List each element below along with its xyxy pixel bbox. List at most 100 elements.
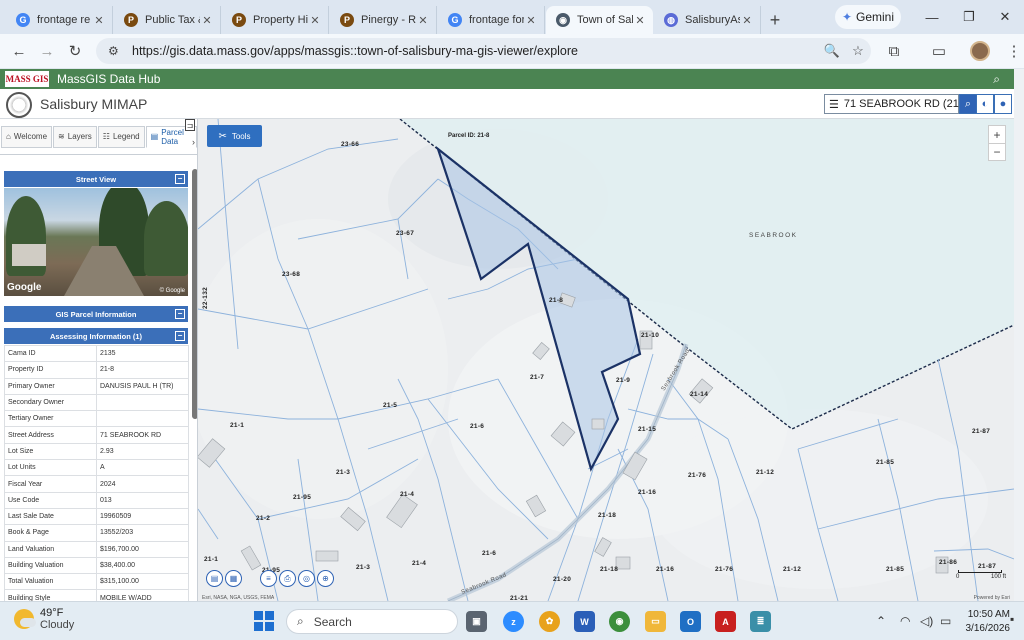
extensions-icon[interactable]: ⧉	[880, 37, 908, 65]
panel-tab-welcome[interactable]: ⌂ Welcome	[1, 125, 53, 148]
battery-icon[interactable]: ▭	[940, 614, 951, 628]
parcel-label: 21-20	[553, 576, 572, 583]
panel-tab-legend[interactable]: ☷ Legend	[97, 125, 145, 148]
photos-app-icon[interactable]: ✿	[539, 611, 560, 632]
collapse-icon[interactable]: −	[175, 309, 185, 319]
bookmark-icon[interactable]: ▤	[206, 570, 223, 587]
file-explorer-icon[interactable]: ▭	[645, 611, 666, 632]
browser-tab[interactable]: P Public Tax & ✕	[114, 6, 221, 34]
browser-tab[interactable]: ◍ SalisburyAs ✕	[654, 6, 761, 34]
hub-search-icon[interactable]: ⌕	[993, 72, 1000, 87]
close-tab-icon[interactable]: ✕	[524, 14, 538, 27]
back-button[interactable]: ←	[5, 37, 33, 65]
gis-parcel-header[interactable]: GIS Parcel Information −	[4, 306, 188, 322]
tray-chevron-icon[interactable]: ⌃	[876, 614, 886, 628]
parcel-label: 21-12	[756, 469, 775, 476]
table-row: Primary Owner DANUSIS PAUL H (TR)	[4, 377, 189, 395]
measure-icon[interactable]: ≡	[260, 570, 277, 587]
locate-icon[interactable]: ◎	[298, 570, 315, 587]
parcel-label: 21-3	[336, 469, 351, 476]
cast-icon[interactable]: ▭	[925, 37, 953, 65]
selected-parcel-id: Parcel ID: 21-8	[448, 133, 490, 139]
close-tab-icon[interactable]: ✕	[92, 14, 106, 27]
reload-button[interactable]: ↻	[61, 37, 89, 65]
basemap-gallery-icon[interactable]: ▦	[225, 570, 242, 587]
close-tab-icon[interactable]: ✕	[416, 14, 430, 27]
map-view[interactable]: Parcel ID: 21-8 SEABROOK Seabrook Road S…	[198, 119, 1014, 601]
bookmark-star-icon[interactable]: ☆	[845, 43, 871, 59]
browser-tab[interactable]: P Property His ✕	[222, 6, 329, 34]
massgis-logo[interactable]: MASS GIS	[5, 71, 49, 87]
close-tab-icon[interactable]: ✕	[308, 14, 322, 27]
taskbar-search[interactable]: ⌕ Search	[286, 609, 458, 634]
site-info-icon[interactable]: ⚙	[108, 44, 122, 58]
app-title: Salisbury MIMAP	[40, 96, 148, 112]
notepad-app-icon[interactable]: ≣	[750, 611, 771, 632]
address-bar[interactable]: ⚙ https://gis.data.mass.gov/apps/massgis…	[96, 38, 871, 64]
collapse-icon[interactable]: −	[175, 331, 185, 341]
gemini-icon: ✦	[841, 10, 853, 24]
url-text: https://gis.data.mass.gov/apps/massgis::…	[132, 44, 579, 58]
collapse-panel-button[interactable]: ⊐	[185, 119, 195, 131]
field-value: MOBILE W/ADD	[96, 589, 189, 601]
zoom-in-button[interactable]: +	[989, 126, 1005, 143]
forward-button[interactable]: →	[33, 37, 61, 65]
parcel-label: 21-5	[383, 402, 398, 409]
parcel-label: 21-6	[470, 423, 485, 430]
minimize-button[interactable]: —	[915, 6, 949, 28]
acrobat-app-icon[interactable]: A	[715, 611, 736, 632]
close-tab-icon[interactable]: ✕	[633, 14, 647, 27]
browser-menu-icon[interactable]: ⋮	[1000, 37, 1024, 65]
close-tab-icon[interactable]: ✕	[740, 14, 754, 27]
massgis-header: MASS GIS MassGIS Data Hub ⌕	[0, 69, 1014, 89]
restore-button[interactable]: ❐	[952, 6, 986, 28]
field-value	[96, 410, 189, 428]
map-canvas	[198, 119, 1014, 601]
new-tab-button[interactable]: +	[762, 6, 788, 34]
gemini-button[interactable]: ✦ Gemini	[835, 5, 901, 29]
field-label: Secondary Owner	[4, 393, 97, 412]
close-tab-icon[interactable]: ✕	[200, 14, 214, 27]
search-menu-icon[interactable]: ☰	[829, 98, 839, 111]
zoom-app-icon[interactable]: z	[503, 611, 524, 632]
task-view-icon[interactable]: ▣	[466, 611, 487, 632]
close-window-button[interactable]: ✕	[988, 6, 1022, 28]
system-clock[interactable]: 10:50 AM 3/16/2026	[962, 608, 1011, 636]
panel-tab-layers[interactable]: ≋ Layers	[53, 125, 97, 148]
street-view-header[interactable]: Street View −	[4, 171, 188, 187]
crosshair-icon[interactable]: ⊕	[317, 570, 334, 587]
parcel-label: 21-2	[256, 515, 271, 522]
zoom-out-button[interactable]: −	[989, 143, 1005, 160]
browser-tab[interactable]: ◉ Town of Sali ✕	[546, 6, 653, 34]
street-view-image[interactable]: Google © Google	[4, 188, 188, 296]
profile-avatar[interactable]	[970, 41, 990, 61]
collapse-icon[interactable]: −	[175, 174, 185, 184]
chrome-app-icon[interactable]: ◉	[609, 611, 630, 632]
browser-tab[interactable]: Gfrontage re ✕	[6, 6, 113, 34]
field-value: 2024	[96, 475, 189, 493]
speaker-icon[interactable]: ◁)	[920, 614, 933, 628]
search-button[interactable]: ⌕	[959, 94, 977, 114]
word-app-icon[interactable]: W	[574, 611, 595, 632]
parcel-label: 21-16	[656, 566, 675, 573]
wifi-icon[interactable]: ◠	[900, 614, 910, 628]
user-icon[interactable]: ●	[994, 94, 1012, 114]
chevron-right-icon[interactable]: ›	[192, 137, 195, 147]
browser-tab[interactable]: PPinergy - Re✕	[330, 6, 437, 34]
notifications-icon[interactable]: ▪	[1010, 612, 1014, 626]
zoom-icon[interactable]: 🔍	[819, 43, 845, 59]
tools-button[interactable]: ✂ Tools	[207, 125, 262, 147]
assessing-header[interactable]: Assessing Information (1) −	[4, 328, 188, 344]
address-search-input[interactable]: ☰ 71 SEABROOK RD (21-8) ✕	[824, 94, 982, 114]
print-icon[interactable]: ⎙	[279, 570, 296, 587]
parcel-label: 21-76	[715, 566, 734, 573]
start-button[interactable]	[254, 611, 274, 631]
basemap-icon[interactable]: ◐	[976, 94, 994, 114]
outlook-app-icon[interactable]: O	[680, 611, 701, 632]
field-label: Cama ID	[4, 344, 97, 363]
parcel-label: 21-86	[939, 559, 958, 566]
browser-tab[interactable]: Gfrontage for ✕	[438, 6, 545, 34]
weather-widget[interactable]: 49°F Cloudy	[14, 607, 74, 631]
hub-title[interactable]: MassGIS Data Hub	[57, 72, 160, 86]
page-scrollbar[interactable]	[1014, 69, 1024, 601]
